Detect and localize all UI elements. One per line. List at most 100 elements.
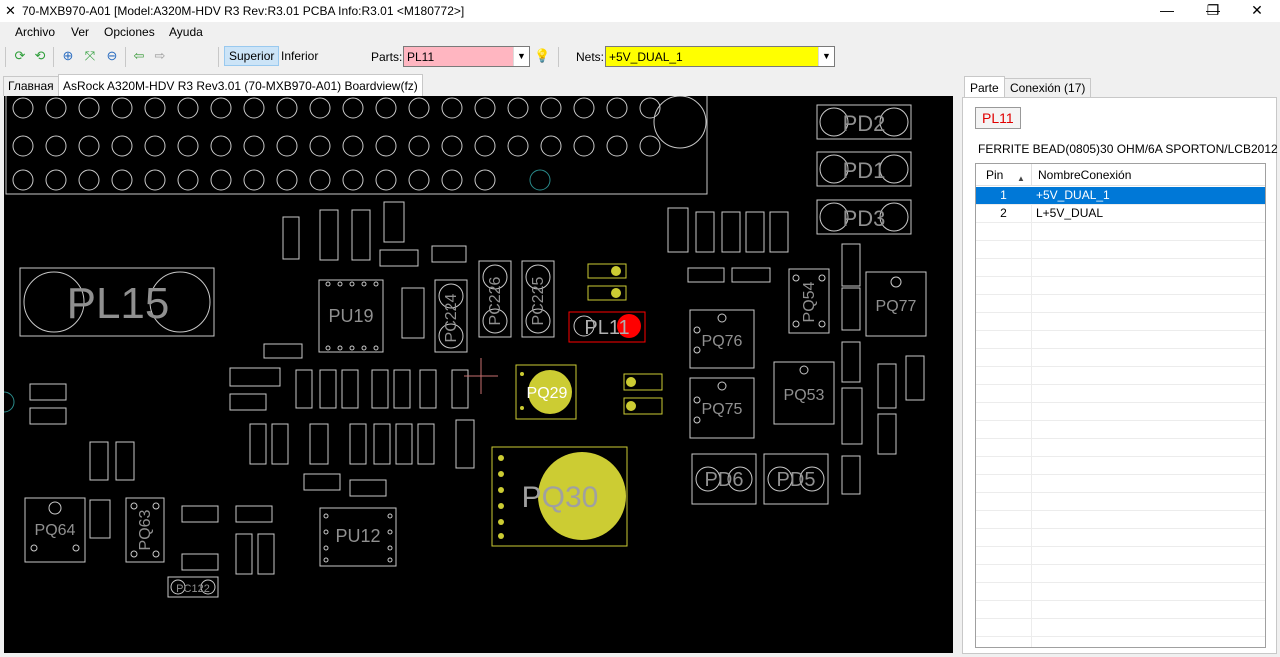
zoom-out-icon[interactable]: ⊖ [104, 48, 120, 64]
empty-cell [976, 277, 1032, 294]
toolbar-separator [218, 47, 219, 67]
menu-ver[interactable]: Ver [71, 25, 89, 39]
empty-row [976, 493, 1265, 511]
menu-ayuda[interactable]: Ayuda [169, 25, 203, 39]
boardviewer-window: ✕ 70-MXB970-A01 [Model:A320M-HDV R3 Rev:… [0, 0, 1280, 657]
empty-cell [976, 385, 1032, 402]
empty-row [976, 439, 1265, 457]
toolbar: ⟳ ⟲ ⊕ ⤧ ⊖ ⇦ ⇨ Superior Inferior Parts: P… [0, 42, 1280, 72]
side-bottom-toggle[interactable]: Inferior [276, 46, 323, 66]
column-pin-label: Pin [986, 168, 1004, 182]
board-canvas[interactable]: PD2 PD1 PD3 PL15 PU19 PC224 PC226 PC225 … [4, 96, 953, 653]
parts-label: Parts: [371, 50, 403, 64]
empty-row [976, 637, 1265, 647]
label-pu12: PU12 [335, 526, 380, 546]
column-pin[interactable]: Pin ▲ [976, 164, 1032, 186]
empty-cell [976, 331, 1032, 348]
empty-row [976, 457, 1265, 475]
empty-cell [976, 295, 1032, 312]
label-pd3: PD3 [843, 206, 886, 231]
empty-cell [976, 565, 1032, 582]
label-pl15: PL15 [67, 279, 170, 328]
tab-part[interactable]: Parte [964, 76, 1005, 98]
title-bar: ✕ 70-MXB970-A01 [Model:A320M-HDV R3 Rev:… [0, 0, 1280, 22]
label-pd6: PD6 [705, 469, 744, 491]
label-pd2: PD2 [843, 111, 886, 136]
tab-boardview[interactable]: AsRock A320M-HDV R3 Rev3.01 (70-MXB970-A… [58, 74, 423, 96]
part-panel: PL11 FERRITE BEAD(0805)30 OHM/6A SPORTON… [962, 97, 1278, 654]
empty-row [976, 295, 1265, 313]
connector-outline [5, 96, 708, 195]
menu-archivo[interactable]: Archivo [15, 25, 55, 39]
cell-net: +5V_DUAL_1 [1036, 188, 1110, 202]
empty-row [976, 223, 1265, 241]
pin-net-grid[interactable]: Pin ▲ NombreConexión 1 +5V_DUAL_1 2 L+5V_… [975, 163, 1266, 648]
arrow-right-icon[interactable]: ⇨ [152, 48, 168, 64]
hole-row-2 [12, 135, 661, 157]
empty-cell [976, 259, 1032, 276]
chevron-down-icon[interactable]: ▼ [513, 47, 529, 66]
empty-row [976, 601, 1265, 619]
parts-combobox[interactable]: PL11 ▼ [403, 46, 530, 67]
empty-row [976, 583, 1265, 601]
zoom-in-icon[interactable]: ⊕ [60, 48, 76, 64]
empty-cell [976, 529, 1032, 546]
grid-header: Pin ▲ NombreConexión [976, 164, 1265, 186]
empty-cell [976, 403, 1032, 420]
empty-row [976, 619, 1265, 637]
nets-combobox[interactable]: +5V_DUAL_1 ▼ [605, 46, 835, 67]
label-pq54: PQ54 [801, 281, 818, 322]
restore-button[interactable]: ❐ [1190, 0, 1236, 22]
empty-row [976, 475, 1265, 493]
tab-connection[interactable]: Conexión (17) [1004, 78, 1092, 98]
board-svg[interactable]: PD2 PD1 PD3 PL15 PU19 PC224 PC226 PC225 … [4, 96, 953, 653]
label-pl11: PL11 [584, 317, 629, 339]
nets-value: +5V_DUAL_1 [609, 50, 683, 64]
tab-home[interactable]: Главная [3, 76, 59, 96]
nets-label: Nets: [576, 50, 605, 64]
cell-net: L+5V_DUAL [1036, 206, 1104, 220]
column-net[interactable]: NombreConexión [1033, 164, 1131, 186]
label-pq64: PQ64 [35, 522, 76, 539]
hole-row-1 [12, 97, 661, 119]
empty-cell [976, 367, 1032, 384]
part-description: FERRITE BEAD(0805)30 OHM/6A SPORTON/LCB2… [978, 142, 1278, 156]
connector-holes [12, 96, 707, 191]
empty-cell [976, 619, 1032, 636]
empty-cell [976, 637, 1032, 647]
empty-row [976, 277, 1265, 295]
document-tabs: Главная AsRock A320M-HDV R3 Rev3.01 (70-… [0, 74, 960, 96]
table-row[interactable]: 2 L+5V_DUAL [976, 205, 1265, 223]
label-pq77: PQ77 [876, 298, 917, 315]
empty-row [976, 421, 1265, 439]
empty-cell [976, 583, 1032, 600]
label-pq76: PQ76 [702, 333, 743, 350]
x-arrows-icon: ✕ [5, 3, 16, 18]
label-pq75: PQ75 [702, 401, 743, 418]
refresh-green-icon[interactable]: ⟳ [12, 48, 28, 64]
zoom-fit-icon[interactable]: ⤧ [82, 48, 98, 64]
lightbulb-icon[interactable]: 💡 [534, 48, 550, 64]
empty-cell [976, 493, 1032, 510]
empty-row [976, 349, 1265, 367]
empty-row [976, 511, 1265, 529]
empty-row [976, 331, 1265, 349]
arrow-left-icon[interactable]: ⇦ [131, 48, 147, 64]
window-title: 70-MXB970-A01 [Model:A320M-HDV R3 Rev:R3… [22, 4, 465, 18]
minimize-button-2[interactable]: — [1144, 0, 1190, 22]
chevron-down-icon[interactable]: ▼ [818, 47, 834, 66]
menu-opciones[interactable]: Opciones [104, 25, 155, 39]
empty-cell [976, 439, 1032, 456]
label-pq30: PQ30 [522, 481, 599, 514]
empty-row [976, 241, 1265, 259]
table-row[interactable]: 1 +5V_DUAL_1 [976, 187, 1265, 205]
refresh-green-2-icon[interactable]: ⟲ [32, 48, 48, 64]
label-pc122: PC122 [176, 583, 210, 595]
empty-row [976, 565, 1265, 583]
side-panel: Parte Conexión (17) PL11 FERRITE BEAD(08… [962, 76, 1280, 657]
toolbar-separator [558, 47, 559, 67]
close-button[interactable]: ✕ [1234, 0, 1280, 22]
label-pq63: PQ63 [137, 509, 154, 550]
menu-bar: Archivo Ver Opciones Ayuda [0, 22, 1280, 42]
side-top-toggle[interactable]: Superior [224, 46, 280, 66]
